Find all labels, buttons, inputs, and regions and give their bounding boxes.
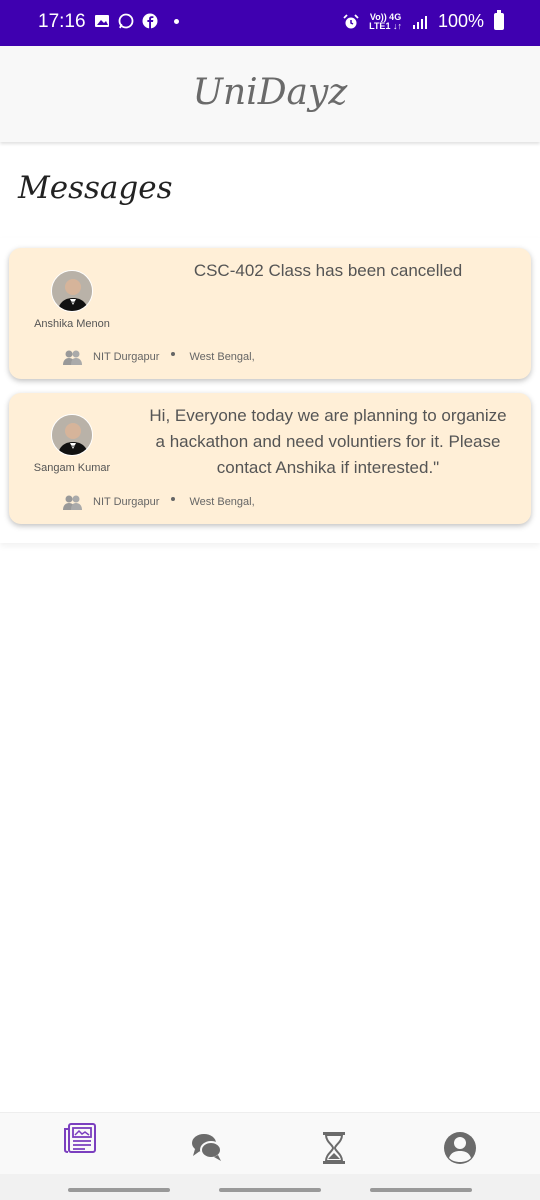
network-indicator: Vo)) 4G LTE1 ↓↑ [369, 12, 402, 31]
bottom-nav [0, 1112, 540, 1175]
battery-icon [494, 10, 504, 30]
message-meta: NIT Durgapur West Bengal, [63, 349, 255, 365]
message-card[interactable]: Sangam Kumar Hi, Everyone today we are p… [9, 393, 531, 524]
account-circle-icon[interactable] [443, 1131, 477, 1165]
app-title: UniDayz [192, 72, 348, 113]
recent-apps-handle[interactable] [68, 1188, 170, 1192]
avatar-icon [52, 415, 92, 455]
gallery-icon [95, 15, 109, 27]
college-label: NIT Durgapur [93, 496, 160, 508]
avatar-icon [52, 271, 92, 311]
avatar[interactable] [51, 414, 93, 456]
whatsapp-icon [118, 13, 134, 29]
signal-icon [412, 15, 427, 29]
avatar[interactable] [51, 270, 93, 312]
status-bar: 17:16 Vo)) 4G LTE1 ↓↑ 100% [0, 0, 540, 46]
separator-dot [171, 497, 176, 501]
sender-name: Anshika Menon [34, 318, 110, 330]
alarm-icon [343, 13, 359, 28]
messages-list: Anshika Menon CSC-402 Class has been can… [0, 238, 540, 543]
system-navigation-bar [0, 1174, 540, 1200]
separator-dot [171, 352, 176, 356]
app-header: UniDayz [0, 46, 540, 142]
group-icon [63, 350, 82, 365]
college-label: NIT Durgapur [93, 351, 160, 363]
group-icon [63, 495, 82, 510]
sender-name: Sangam Kumar [33, 462, 111, 474]
back-handle[interactable] [370, 1188, 472, 1192]
status-right: Vo)) 4G LTE1 ↓↑ 100% [343, 10, 504, 32]
message-meta: NIT Durgapur West Bengal, [63, 494, 255, 510]
state-label: West Bengal, [189, 496, 255, 508]
page-title: Messages [18, 170, 173, 206]
network-bottom: LTE1 ↓↑ [369, 20, 402, 31]
more-notifications-dot [174, 18, 179, 24]
message-text: Hi, Everyone today we are planning to or… [149, 406, 507, 477]
home-handle[interactable] [219, 1188, 321, 1192]
chat-bubbles-icon[interactable] [190, 1131, 224, 1165]
notification-icons [94, 13, 179, 29]
battery-percent: 100% [437, 11, 484, 31]
status-time: 17:16 [38, 11, 86, 32]
newspaper-icon[interactable] [63, 1121, 97, 1155]
state-label: West Bengal, [189, 351, 255, 363]
facebook-icon [142, 13, 158, 29]
hourglass-icon[interactable] [318, 1131, 352, 1165]
message-card[interactable]: Anshika Menon CSC-402 Class has been can… [9, 248, 531, 379]
message-text: CSC-402 Class has been cancelled [193, 261, 463, 280]
